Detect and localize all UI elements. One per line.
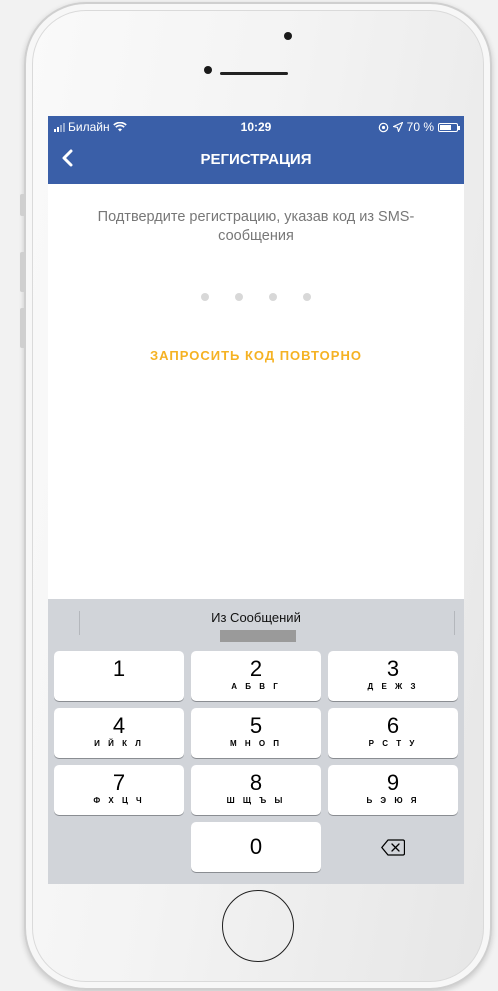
key-3[interactable]: 3Д Е Ж З	[328, 651, 458, 701]
volume-up-button	[20, 252, 25, 292]
battery-percent: 70 %	[406, 120, 434, 134]
code-input[interactable]	[48, 293, 464, 301]
mute-switch	[20, 194, 25, 216]
keypad-grid: 1 2А Б В Г 3Д Е Ж З 4И Й К Л 5М Н О П 6Р…	[54, 651, 458, 872]
camera-icon	[284, 32, 292, 40]
quicktype-bar: Из Сообщений	[48, 599, 464, 647]
key-5[interactable]: 5М Н О П	[191, 708, 321, 758]
home-button[interactable]	[222, 890, 294, 962]
status-bar: Билайн 10:29 70 %	[48, 120, 464, 136]
code-digit-placeholder	[201, 293, 209, 301]
location-icon	[392, 122, 403, 132]
key-0[interactable]: 0	[191, 822, 321, 872]
backspace-icon	[381, 838, 405, 856]
key-4[interactable]: 4И Й К Л	[54, 708, 184, 758]
front-sensor-icon	[204, 66, 212, 74]
code-digit-placeholder	[269, 293, 277, 301]
code-digit-placeholder	[303, 293, 311, 301]
verification-prompt: Подтвердите регистрацию, указав код из S…	[97, 209, 415, 244]
key-1[interactable]: 1	[54, 651, 184, 701]
key-7[interactable]: 7Ф Х Ц Ч	[54, 765, 184, 815]
key-9[interactable]: 9Ь Э Ю Я	[328, 765, 458, 815]
suggestion-divider	[454, 611, 455, 635]
delete-key[interactable]	[328, 822, 458, 872]
suggestion-source-label[interactable]: Из Сообщений	[48, 610, 464, 625]
speaker-grille	[220, 72, 288, 75]
key-empty	[54, 822, 184, 872]
key-6[interactable]: 6Р С Т У	[328, 708, 458, 758]
suggested-code-redacted[interactable]	[220, 630, 296, 642]
orientation-lock-icon	[378, 122, 388, 132]
key-2[interactable]: 2А Б В Г	[191, 651, 321, 701]
numeric-keyboard: Из Сообщений 1 2А Б В Г 3Д Е Ж З 4И Й К …	[48, 599, 464, 884]
navigation-bar: РЕГИСТРАЦИЯ	[48, 138, 464, 184]
code-digit-placeholder	[235, 293, 243, 301]
volume-down-button	[20, 308, 25, 348]
battery-icon	[438, 122, 460, 132]
page-title: РЕГИСТРАЦИЯ	[200, 151, 312, 168]
app-header: Билайн 10:29 70 % РЕГИСТРАЦИЯ	[48, 116, 464, 184]
app-screen: Билайн 10:29 70 % РЕГИСТРАЦИЯ Подтвердит…	[48, 116, 464, 884]
resend-code-button[interactable]: ЗАПРОСИТЬ КОД ПОВТОРНО	[48, 348, 464, 363]
key-8[interactable]: 8Ш Щ Ъ Ы	[191, 765, 321, 815]
